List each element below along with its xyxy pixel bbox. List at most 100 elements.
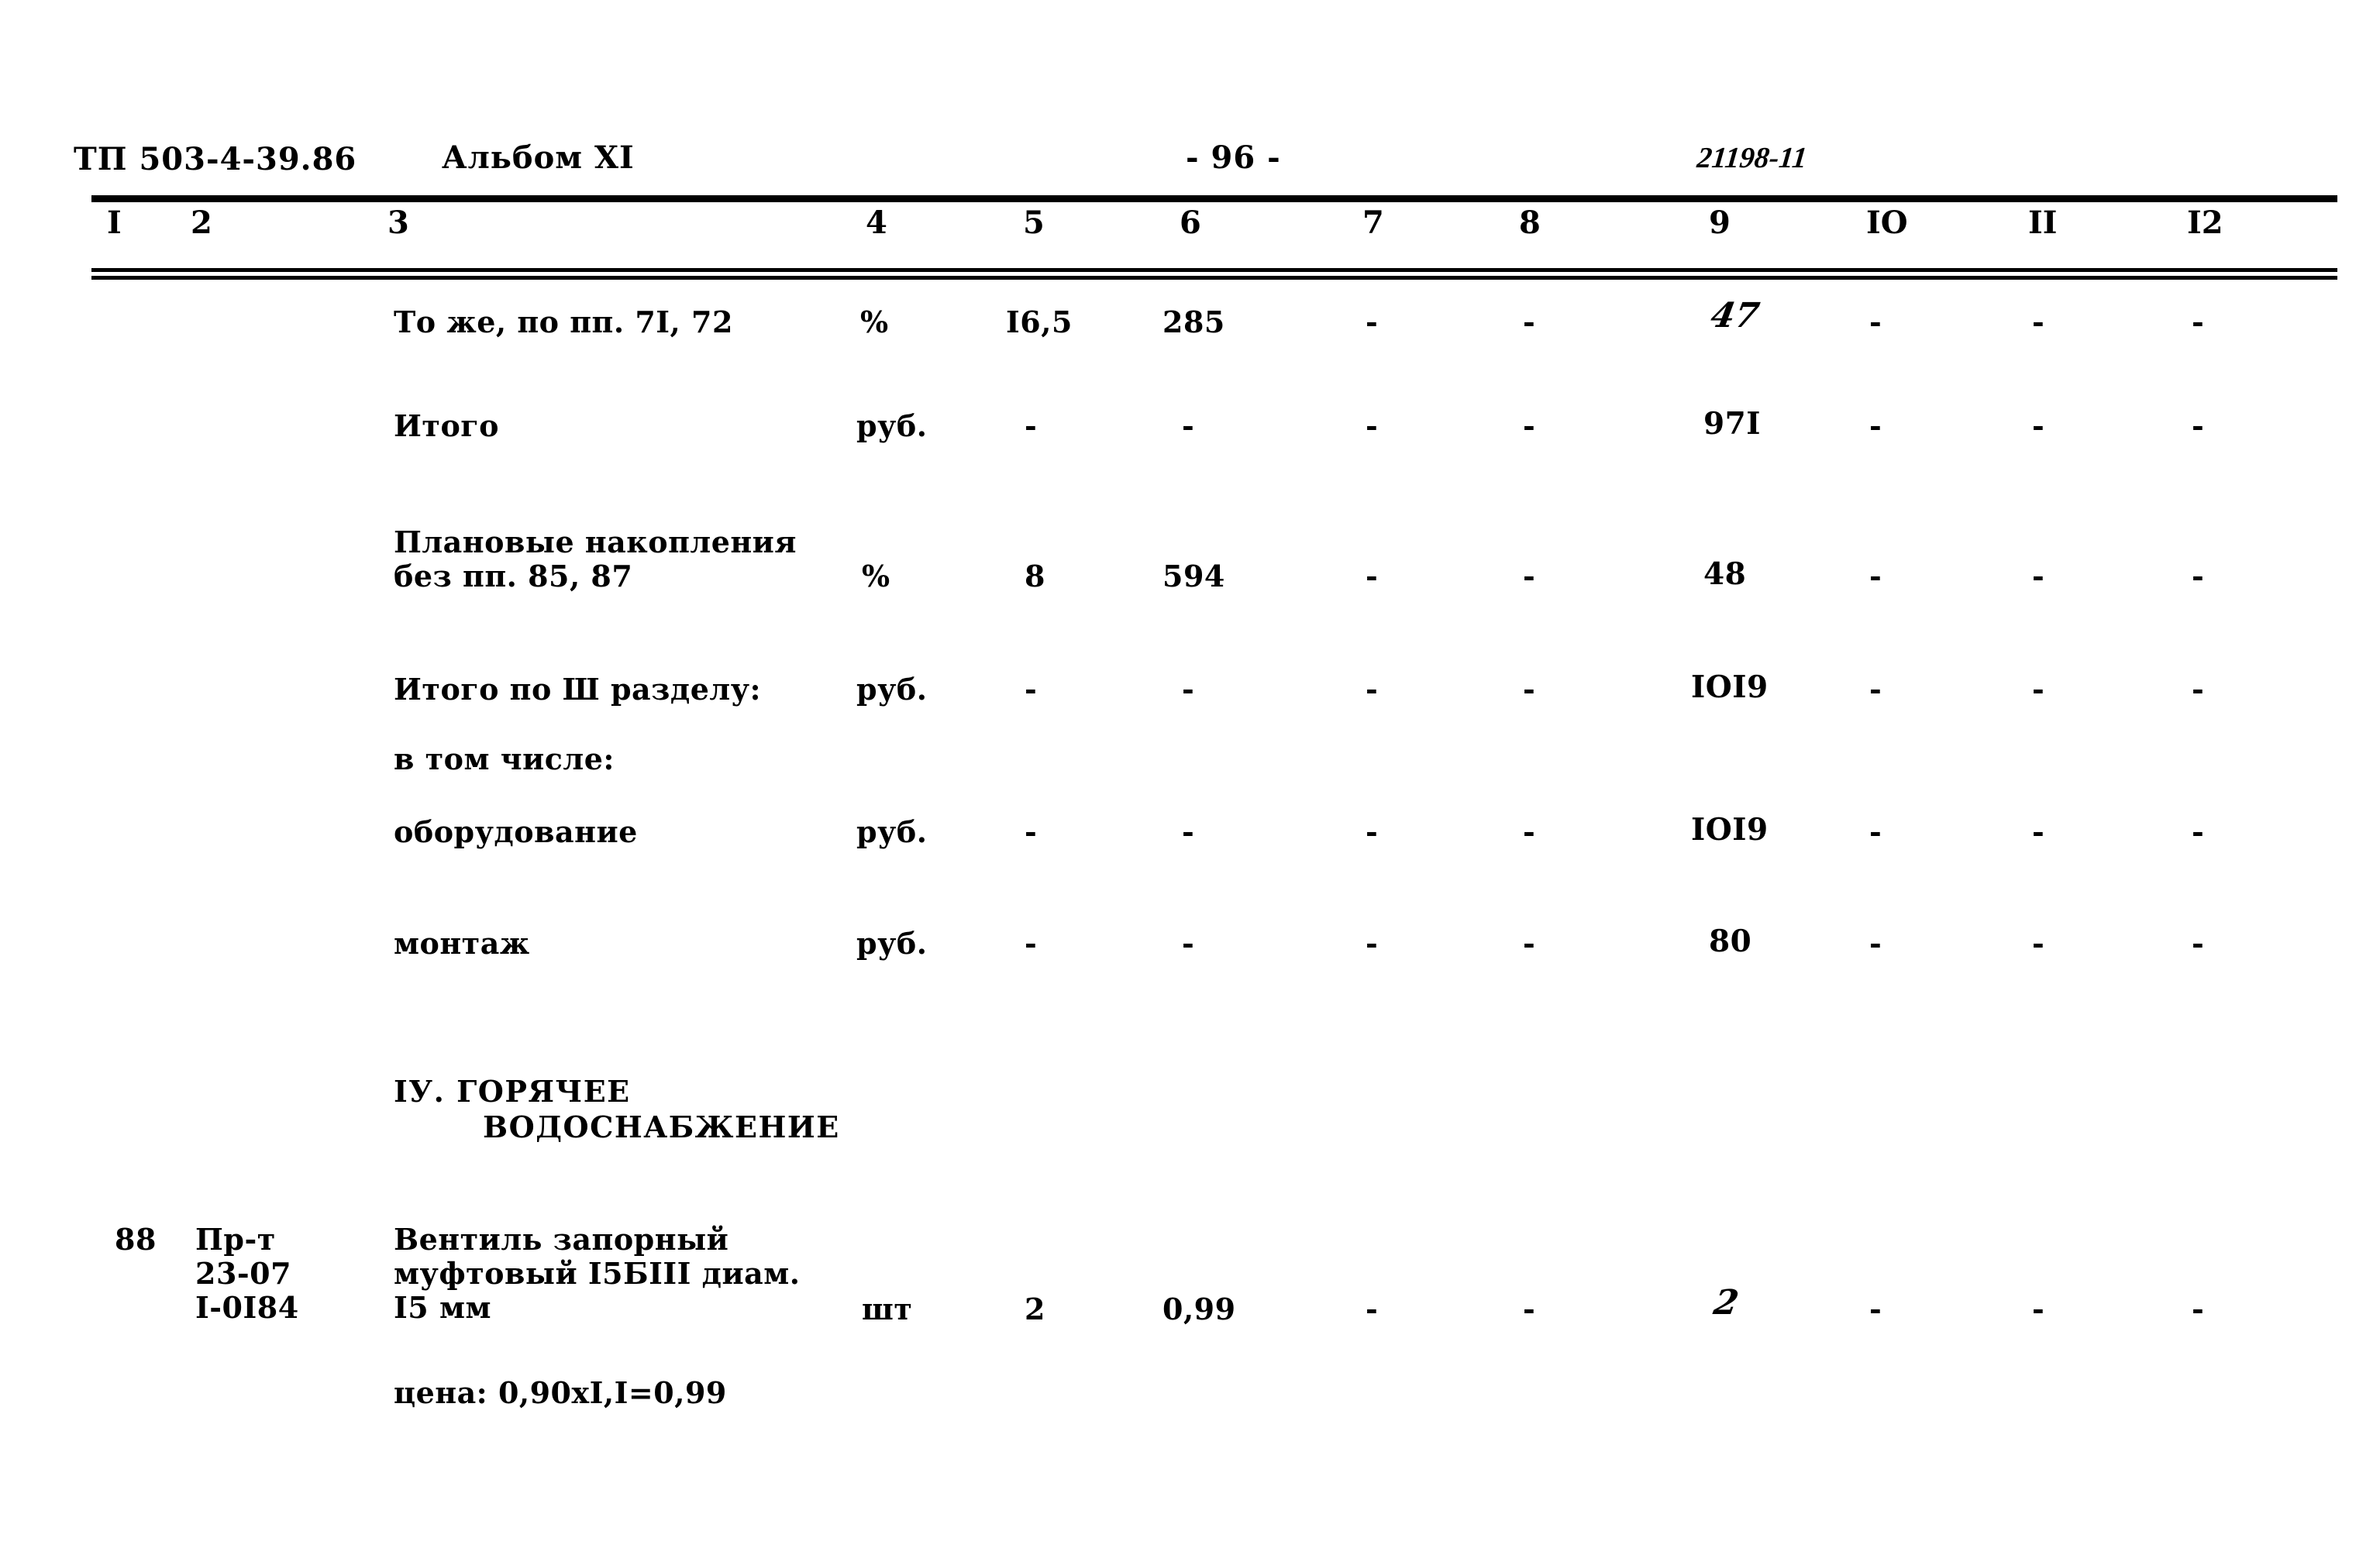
table-row-2-description: Итого [394,408,499,443]
table-row-7-col7: - [1366,926,1379,961]
table-row-8-col5: 2 [1025,1292,1045,1326]
table-row-6-col12: - [2192,814,2205,849]
table-header-rule-upper [91,268,2337,272]
table-row-3-col6: 594 [1162,559,1225,593]
table-row-4-col8: - [1523,672,1536,707]
table-row-2-col7: - [1366,408,1379,443]
table-row-4-unit: руб. [856,672,928,707]
table-row-6-col10: - [1869,814,1882,849]
scanned-document-page: ТП 503-4-39.86 Альбом XI - 96 - 21198-11… [0,0,2380,1555]
table-row-6-col7: - [1366,814,1379,849]
table-top-rule [91,195,2337,202]
table-row-8-description-line3: I5 мм [394,1290,491,1325]
page-number: - 96 - [1186,139,1281,176]
table-row-8-col11: - [2032,1292,2045,1326]
column-header-4: 4 [866,205,887,241]
table-row-7-col5: - [1025,926,1038,961]
table-row-8-code-line1: Пр-т [195,1222,276,1257]
table-row-4-col9: IOI9 [1691,669,1769,705]
table-row-3-col7: - [1366,559,1379,593]
table-row-3-unit: % [862,559,890,593]
table-row-8-unit: шт [862,1292,913,1326]
table-row-7-col9: 80 [1709,924,1752,959]
table-row-2-col5: - [1025,408,1038,443]
table-row-6-col8: - [1523,814,1536,849]
table-row-3-col10: - [1869,559,1882,593]
column-header-2: 2 [191,205,212,241]
table-row-1-col11: - [2032,304,2045,339]
table-row-8-col9: 2 [1710,1283,1742,1323]
table-row-8-col9-value: 2 [1710,1283,1742,1323]
table-row-1-col9-value: 47 [1707,296,1762,335]
table-row-1-col9: 47 [1708,296,1762,335]
table-row-4-description: Итого по Ш разделу: [394,672,762,707]
column-header-1: I [107,205,122,241]
table-row-1-col10: - [1869,304,1882,339]
table-row-3-col8: - [1523,559,1536,593]
table-row-6-description: оборудование [394,814,638,849]
table-row-6-unit: руб. [856,814,928,849]
table-row-8-col6: 0,99 [1162,1292,1236,1326]
table-row-2-unit: руб. [856,408,928,443]
sheet-number: 21198-11 [1695,142,1809,174]
table-row-3-description-line2: без пп. 85, 87 [394,559,633,593]
table-row-8-col8: - [1523,1292,1536,1326]
table-header-rule-lower [91,276,2337,280]
table-row-1-unit: % [860,304,889,339]
table-row-6-col11: - [2032,814,2045,849]
table-row-8-code-line3: I-0I84 [195,1290,299,1325]
table-row-7-description: монтаж [394,926,530,961]
column-header-6: 6 [1180,205,1201,241]
table-row-6-col5: - [1025,814,1038,849]
table-row-8-description-line2: муфтовый I5БIII диам. [394,1256,801,1291]
column-header-9: 9 [1709,205,1731,241]
table-row-7-col10: - [1869,926,1882,961]
table-row-6-col9: IOI9 [1691,812,1769,848]
table-row-4-col12: - [2192,672,2205,707]
table-row-8-col12: - [2192,1292,2205,1326]
document-code: ТП 503-4-39.86 [74,141,357,177]
column-header-5: 5 [1023,205,1045,241]
table-row-3-col9: 48 [1703,556,1747,592]
column-header-12: I2 [2187,205,2223,241]
table-row-4-col5: - [1025,672,1038,707]
table-row-1-description: То же, по пп. 7I, 72 [394,304,733,339]
column-header-8: 8 [1519,205,1541,241]
album-label: Альбом XI [442,139,635,176]
table-row-8-item-number: 88 [115,1222,157,1257]
table-row-7-col6: - [1182,926,1195,961]
table-row-8-code-line2: 23-07 [195,1256,292,1291]
table-row-3-col5: 8 [1025,559,1045,593]
table-row-2-col10: - [1869,408,1882,443]
column-header-7: 7 [1362,205,1384,241]
table-row-2-col6: - [1182,408,1195,443]
table-row-2-col12: - [2192,408,2205,443]
table-row-3-description-line1: Плановые накопления [394,525,797,559]
table-row-2-col8: - [1523,408,1536,443]
section-heading-line1: IУ. ГОРЯЧЕЕ [394,1074,631,1109]
table-row-4-col7: - [1366,672,1379,707]
table-row-8-col10: - [1869,1292,1882,1326]
table-row-2-col11: - [2032,408,2045,443]
column-header-10: IO [1866,205,1908,241]
table-row-3-col11: - [2032,559,2045,593]
table-row-7-unit: руб. [856,926,928,961]
table-row-8-col7: - [1366,1292,1379,1326]
table-row-1-col5: I6,5 [1006,304,1073,339]
table-row-7-col12: - [2192,926,2205,961]
table-row-7-col11: - [2032,926,2045,961]
column-header-3: 3 [387,205,409,241]
table-row-1-col8: - [1523,304,1536,339]
table-row-3-col12: - [2192,559,2205,593]
table-row-2-col9: 97I [1703,406,1762,442]
table-row-4-col6: - [1182,672,1195,707]
table-row-5-description: в том числе: [394,741,615,776]
table-row-1-col7: - [1366,304,1379,339]
table-row-4-col11: - [2032,672,2045,707]
table-row-6-col6: - [1182,814,1195,849]
price-note: цена: 0,90хI,I=0,99 [394,1375,727,1410]
table-row-1-col12: - [2192,304,2205,339]
column-header-11: II [2028,205,2058,241]
section-heading-line2: ВОДОСНАБЖЕНИЕ [483,1109,840,1144]
table-row-1-col6: 285 [1162,304,1225,339]
